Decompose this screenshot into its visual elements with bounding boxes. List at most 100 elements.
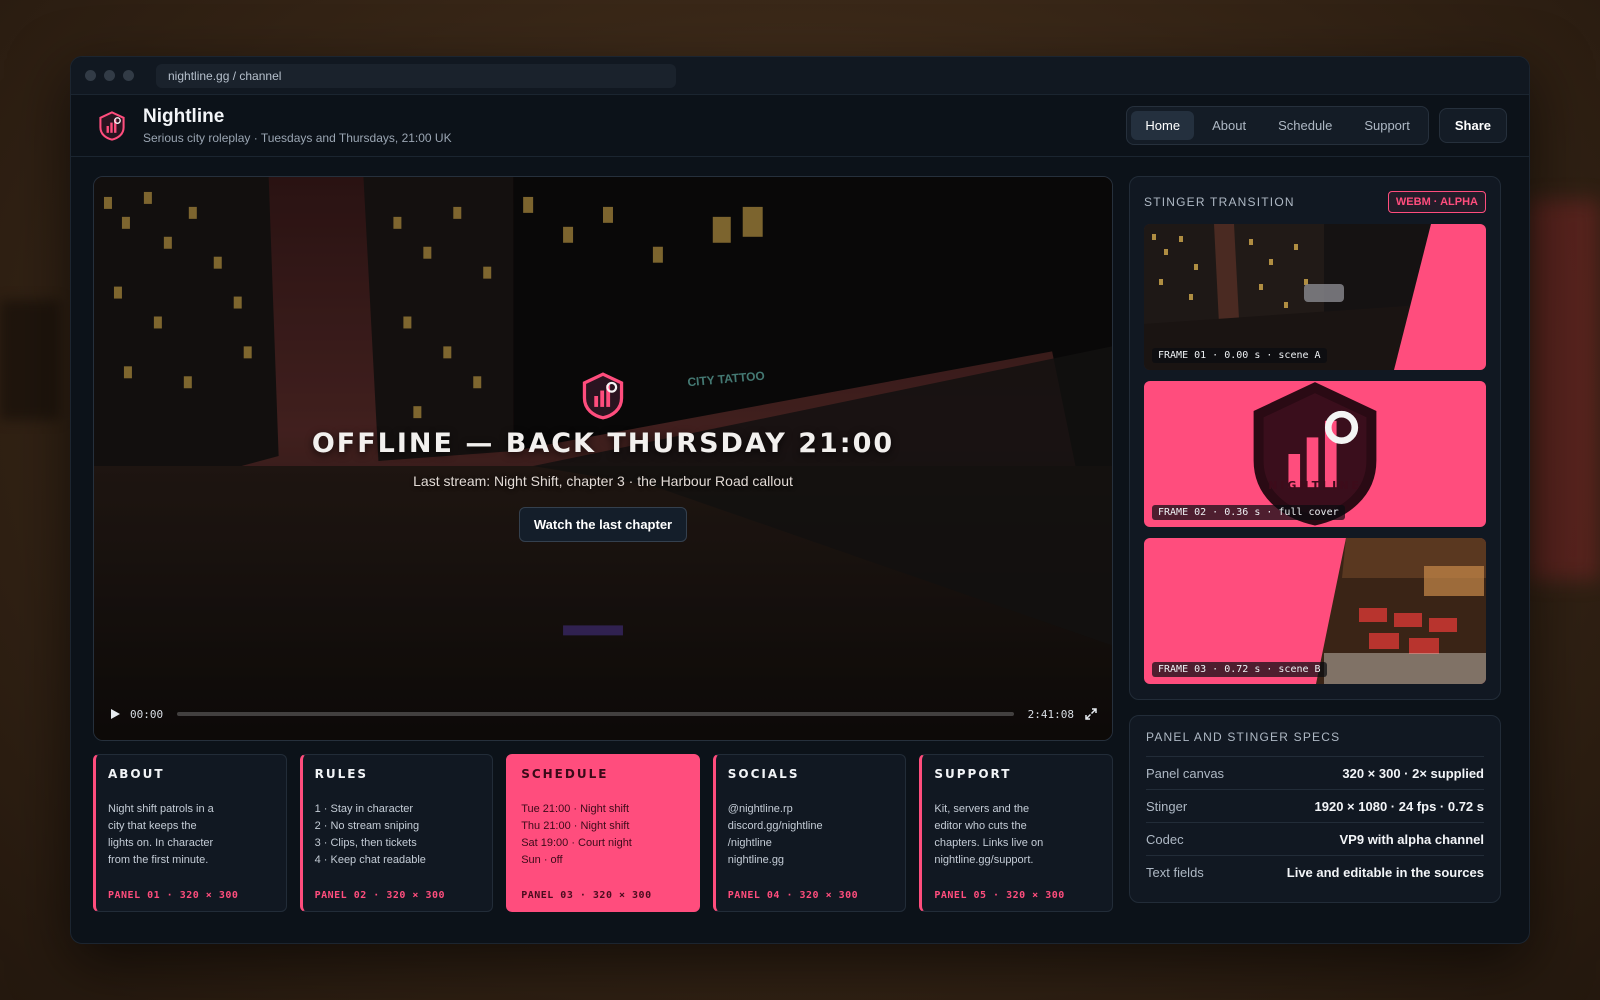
panel-line: Thu 21:00 · Night shift [521,820,630,832]
panel-line: 3 · Clips, then tickets [314,837,417,849]
spec-label: Stinger [1146,798,1188,814]
spec-rows: Panel canvas 320 × 300 · 2× supplied Sti… [1146,756,1484,888]
tab-support[interactable]: Support [1350,111,1424,140]
spec-value: Live and editable in the sources [1286,864,1484,880]
panel-body: @nightline.rp discord.gg/nightline /nigh… [728,801,894,869]
panel-title: SUPPORT [934,767,1012,781]
logo-shield-icon [582,372,624,420]
channel-header: Nightline Serious city roleplay · Tuesda… [71,95,1529,157]
tab-home[interactable]: Home [1131,111,1195,140]
panel-about[interactable]: ABOUT Night shift patrols in a city that… [93,754,287,912]
browser-window: nightline.gg / channel Nightline Serious… [70,56,1530,944]
panel-support[interactable]: SUPPORT Kit, servers and the editor who … [919,754,1113,912]
play-icon[interactable] [108,707,122,721]
wordmark: NIGHTLINE [1268,479,1362,492]
current-time: 00:00 [130,707,164,721]
panel-code: PANEL 03 · 320 × 300 [521,890,652,901]
maximize-dot[interactable] [123,70,134,81]
panel-line: Sun · off [521,854,563,866]
total-time: 2:41:08 [1027,707,1074,721]
panel-line: Night shift patrols in a [108,803,214,815]
format-badge: WEBM · ALPHA [1387,191,1486,213]
spec-row: Stinger 1920 × 1080 · 24 fps · 0.72 s [1146,789,1484,822]
panel-title: SCHEDULE [521,767,609,781]
panel-line: from the first minute. [108,854,209,866]
panel-line: nightline.gg/support. [934,854,1034,866]
panel-line: /nightline [727,837,772,849]
tab-about[interactable]: About [1198,111,1260,140]
stinger-frame-1[interactable]: FRAME 01 · 0.00 s · scene A [1144,224,1486,370]
frame-label: FRAME 03 · 0.72 s · scene B [1152,662,1327,677]
last-stream-text: Last stream: Night Shift, chapter 3 · th… [413,473,793,489]
frame-label: FRAME 01 · 0.00 s · scene A [1152,348,1327,363]
panel-line: 4 · Keep chat readable [314,854,426,866]
channel-panels: ABOUT Night shift patrols in a city that… [93,754,1113,912]
title-bar: nightline.gg / channel [71,57,1529,95]
watch-last-chapter-button[interactable]: Watch the last chapter [518,507,688,542]
stinger-title: STINGER TRANSITION [1144,195,1295,209]
specs-title: PANEL AND STINGER SPECS [1146,730,1341,744]
background-blur-right [1530,200,1600,580]
expand-icon[interactable] [1084,707,1098,721]
panel-title: ABOUT [108,767,165,781]
panel-code: PANEL 02 · 320 × 300 [314,890,446,901]
spec-value: 1920 × 1080 · 24 fps · 0.72 s [1314,798,1484,814]
stinger-card: STINGER TRANSITION WEBM · ALPHA FRAME 01… [1129,176,1501,700]
nav-tabs: Home About Schedule Support [1126,106,1429,145]
panel-line: Kit, servers and the [934,803,1030,815]
panel-line: nightline.gg [727,854,785,866]
address-bar[interactable]: nightline.gg / channel [156,63,676,88]
video-player[interactable]: CITY TATTOO OFFLINE — BACK THURSDAY 21:0… [93,176,1113,741]
panel-rules[interactable]: RULES 1 · Stay in character 2 · No strea… [299,754,494,912]
panel-line: 1 · Stay in character [314,803,414,815]
specs-card: PANEL AND STINGER SPECS Panel canvas 320… [1129,715,1501,903]
panel-schedule[interactable]: SCHEDULE Tue 21:00 · Night shift Thu 21:… [506,754,700,912]
sidebar: STINGER TRANSITION WEBM · ALPHA FRAME 01… [1129,176,1501,903]
spec-row: Panel canvas 320 × 300 · 2× supplied [1146,756,1484,789]
spec-label: Panel canvas [1146,765,1225,781]
panel-body: Tue 21:00 · Night shift Thu 21:00 · Nigh… [521,801,687,869]
spec-value: 320 × 300 · 2× supplied [1342,765,1484,781]
panel-line: Tue 21:00 · Night shift [521,803,630,815]
spec-value: VP9 with alpha channel [1339,831,1484,847]
panel-code: PANEL 04 · 320 × 300 [727,890,859,901]
share-button[interactable]: Share [1438,108,1507,143]
progress-bar[interactable] [177,712,1014,716]
brand-block: Nightline Serious city roleplay · Tuesda… [143,106,1126,145]
stinger-frame-2[interactable]: NIGHTLINE FRAME 02 · 0.36 s · full cover [1144,381,1486,527]
panel-body: Night shift patrols in a city that keeps… [108,801,274,869]
window-controls [85,70,134,81]
panel-line: @nightline.rp [727,803,793,815]
tab-schedule[interactable]: Schedule [1264,111,1346,140]
panel-line: chapters. Links live on [934,837,1044,849]
channel-name: Nightline [143,106,225,127]
panel-line: Sat 19:00 · Court night [521,837,632,849]
offline-status-title: OFFLINE — BACK THURSDAY 21:00 [311,428,895,459]
spec-row: Text fields Live and editable in the sou… [1146,855,1484,888]
panel-code: PANEL 05 · 320 × 300 [934,890,1065,901]
panel-line: lights on. In character [108,837,214,849]
panel-body: 1 · Stay in character 2 · No stream snip… [315,801,481,869]
player-controls: 00:00 2:41:08 [108,704,1098,724]
panel-title: RULES [314,767,369,781]
channel-tagline: Serious city roleplay · Tuesdays and Thu… [143,131,452,145]
panel-body: Kit, servers and the editor who cuts the… [934,801,1100,869]
panel-title: SOCIALS [727,767,800,781]
background-blur-left [0,300,60,420]
frame-label: FRAME 02 · 0.36 s · full cover [1152,505,1345,520]
minimize-dot[interactable] [104,70,115,81]
spec-row: Codec VP9 with alpha channel [1146,822,1484,855]
stinger-header: STINGER TRANSITION WEBM · ALPHA [1144,191,1486,213]
stinger-frame-3[interactable]: FRAME 03 · 0.72 s · scene B [1144,538,1486,684]
spec-label: Text fields [1146,864,1204,880]
panel-code: PANEL 01 · 320 × 300 [108,890,239,901]
panel-socials[interactable]: SOCIALS @nightline.rp discord.gg/nightli… [712,754,907,912]
panel-line: city that keeps the [108,820,197,832]
offline-overlay: OFFLINE — BACK THURSDAY 21:00 Last strea… [94,372,1112,542]
close-dot[interactable] [85,70,96,81]
panel-line: discord.gg/nightline [727,820,823,832]
spec-label: Codec [1146,831,1184,847]
panel-line: 2 · No stream sniping [314,820,420,832]
logo-shield-icon[interactable] [97,110,127,141]
panel-line: editor who cuts the [934,820,1027,832]
